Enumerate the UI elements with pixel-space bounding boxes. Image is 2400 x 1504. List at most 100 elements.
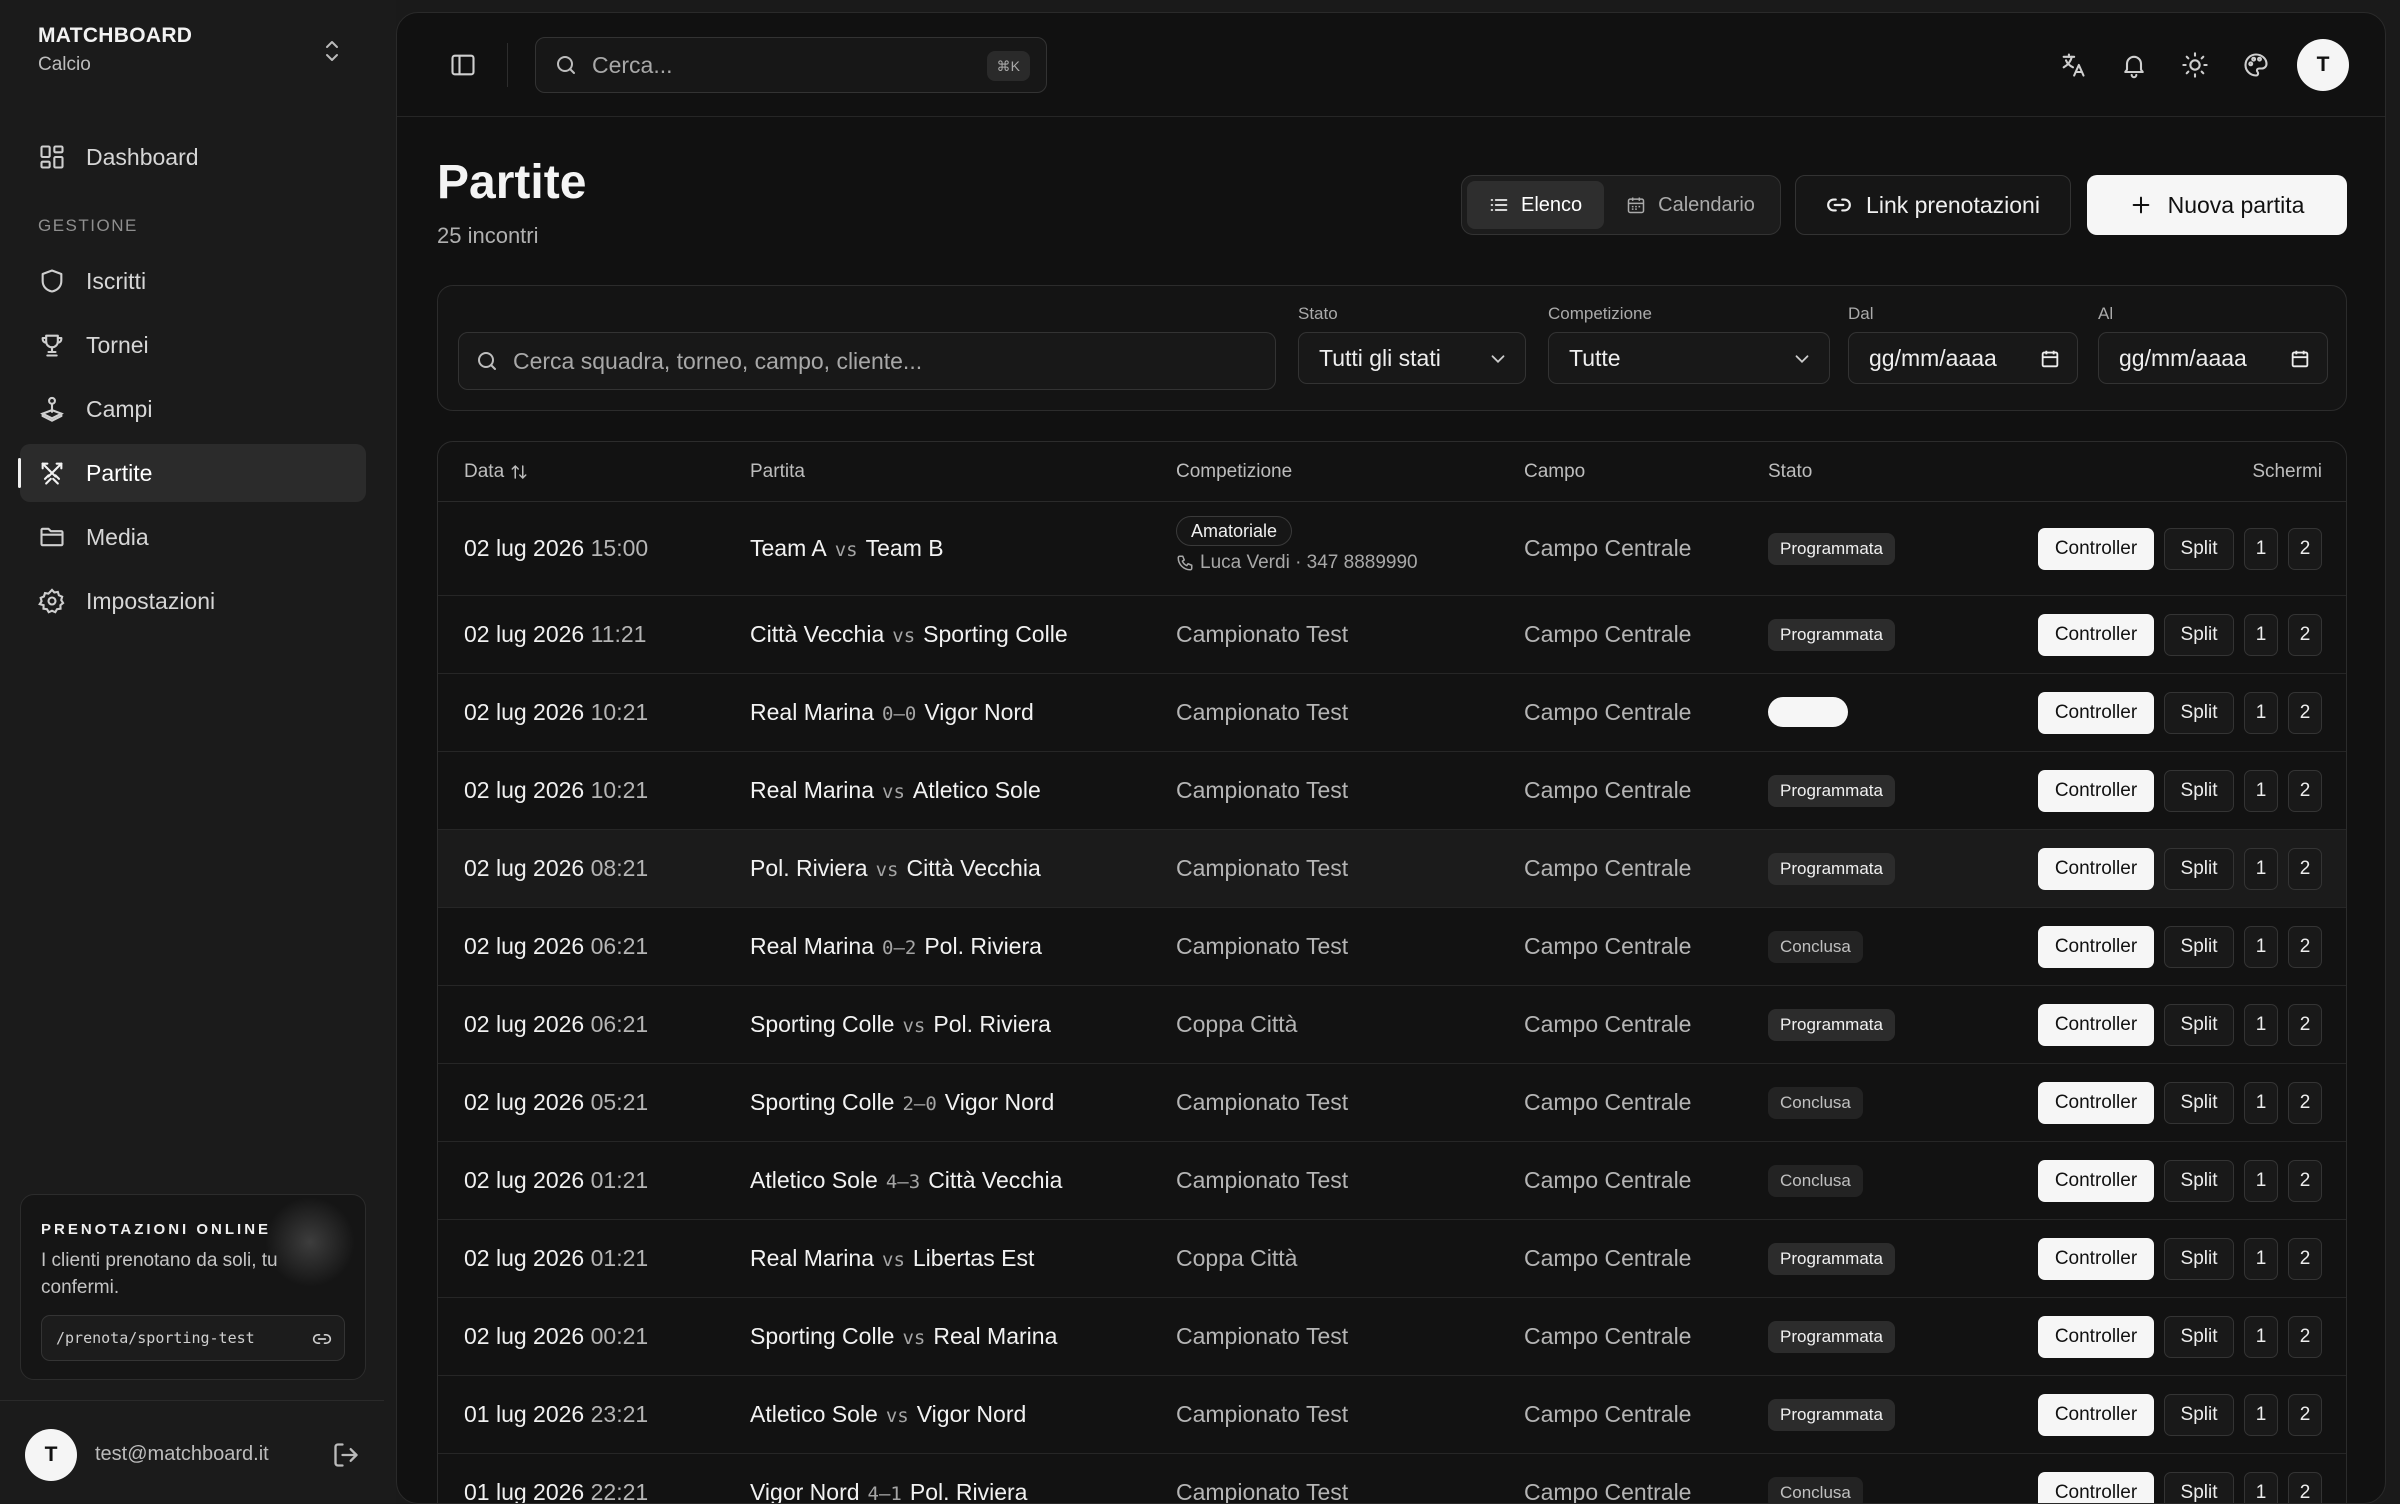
screen-1-button[interactable]: 1 [2244,1004,2278,1046]
new-match-button[interactable]: Nuova partita [2087,175,2347,235]
controller-button[interactable]: Controller [2038,770,2154,812]
screen-2-button[interactable]: 2 [2288,1082,2322,1124]
controller-button[interactable]: Controller [2038,926,2154,968]
calendar-icon[interactable] [2039,348,2061,370]
view-calendar-button[interactable]: Calendario [1604,181,1777,229]
calendar-icon[interactable] [2289,348,2311,370]
state-select[interactable]: Tutti gli stati [1298,332,1526,384]
controller-button[interactable]: Controller [2038,1004,2154,1046]
split-button[interactable]: Split [2164,528,2234,570]
avatar[interactable]: T [25,1429,77,1481]
controller-button[interactable]: Controller [2038,1316,2154,1358]
link-icon[interactable] [312,1329,332,1349]
notifications-button[interactable] [2119,50,2149,80]
booking-link-field[interactable]: /prenota/sporting-test [41,1315,345,1361]
controller-button[interactable]: Controller [2038,614,2154,656]
screen-2-button[interactable]: 2 [2288,614,2322,656]
split-button[interactable]: Split [2164,926,2234,968]
search-input[interactable] [592,51,952,79]
controller-button[interactable]: Controller [2038,848,2154,890]
chevrons-up-down-icon[interactable] [320,36,344,66]
workspace-switcher[interactable]: MATCHBOARD Calcio [38,24,192,76]
split-button[interactable]: Split [2164,1082,2234,1124]
table-row[interactable]: 02 lug 2026 00:21 Sporting Colle vs Real M… [438,1298,2346,1376]
table-row[interactable]: 02 lug 2026 01:21 Atletico Sole 4–3 Città … [438,1142,2346,1220]
screen-2-button[interactable]: 2 [2288,1004,2322,1046]
split-button[interactable]: Split [2164,1238,2234,1280]
split-button[interactable]: Split [2164,1160,2234,1202]
controller-button[interactable]: Controller [2038,1394,2154,1436]
controller-button[interactable]: Controller [2038,1082,2154,1124]
screen-2-button[interactable]: 2 [2288,1238,2322,1280]
split-button[interactable]: Split [2164,1316,2234,1358]
split-button[interactable]: Split [2164,770,2234,812]
split-button[interactable]: Split [2164,614,2234,656]
avatar[interactable]: T [2297,39,2349,91]
screen-1-button[interactable]: 1 [2244,614,2278,656]
sidebar-item-campi[interactable]: Campi [20,380,366,438]
view-list-button[interactable]: Elenco [1467,181,1605,229]
filter-search[interactable] [458,332,1276,390]
table-row[interactable]: 02 lug 2026 05:21 Sporting Colle 2–0 Vigor… [438,1064,2346,1142]
global-search[interactable]: ⌘K [535,37,1047,93]
match-state: Conclusa [1768,1165,1863,1197]
sidebar-item-media[interactable]: Media [20,508,366,566]
screen-1-button[interactable]: 1 [2244,926,2278,968]
sidebar-item-partite[interactable]: Partite [18,444,366,502]
table-row[interactable]: 02 lug 2026 10:21 Real Marina 0–0 Vigor No… [438,674,2346,752]
table-row[interactable]: 02 lug 2026 06:21 Sporting Colle vs Pol. R… [438,986,2346,1064]
screen-2-button[interactable]: 2 [2288,1316,2322,1358]
to-date-input[interactable]: gg/mm/aaaa [2098,332,2328,384]
split-button[interactable]: Split [2164,848,2234,890]
table-row[interactable]: 02 lug 2026 10:21 Real Marina vs Atletico … [438,752,2346,830]
translate-button[interactable] [2058,50,2088,80]
logout-icon[interactable] [332,1441,360,1469]
sidebar-toggle-icon[interactable] [449,51,477,79]
split-button[interactable]: Split [2164,1004,2234,1046]
screen-1-button[interactable]: 1 [2244,1082,2278,1124]
screen-1-button[interactable]: 1 [2244,848,2278,890]
split-button[interactable]: Split [2164,1394,2234,1436]
controller-button[interactable]: Controller [2038,692,2154,734]
screen-2-button[interactable]: 2 [2288,926,2322,968]
split-button[interactable]: Split [2164,692,2234,734]
screen-1-button[interactable]: 1 [2244,1394,2278,1436]
filter-search-input[interactable] [513,347,1213,375]
controller-button[interactable]: Controller [2038,528,2154,570]
table-row[interactable]: 01 lug 2026 23:21 Atletico Sole vs Vigor N… [438,1376,2346,1454]
table-row[interactable]: 02 lug 2026 01:21 Real Marina vs Libertas … [438,1220,2346,1298]
screen-2-button[interactable]: 2 [2288,1160,2322,1202]
booking-link-button[interactable]: Link prenotazioni [1795,175,2071,235]
table-row[interactable]: 02 lug 2026 11:21 Città Vecchia vs Sportin… [438,596,2346,674]
competition-select[interactable]: Tutte [1548,332,1830,384]
screen-2-button[interactable]: 2 [2288,1472,2322,1503]
split-button[interactable]: Split [2164,1472,2234,1503]
screen-2-button[interactable]: 2 [2288,770,2322,812]
controller-button[interactable]: Controller [2038,1472,2154,1503]
controller-button[interactable]: Controller [2038,1238,2154,1280]
sidebar-item-tornei[interactable]: Tornei [20,316,366,374]
screen-1-button[interactable]: 1 [2244,1238,2278,1280]
screen-1-button[interactable]: 1 [2244,770,2278,812]
controller-button[interactable]: Controller [2038,1160,2154,1202]
column-date[interactable]: Data [464,461,528,483]
table-row[interactable]: 01 lug 2026 22:21 Vigor Nord 4–1 Pol. Rivi… [438,1454,2346,1503]
screen-2-button[interactable]: 2 [2288,1394,2322,1436]
theme-button[interactable] [2180,50,2210,80]
from-date-input[interactable]: gg/mm/aaaa [1848,332,2078,384]
palette-button[interactable] [2241,50,2271,80]
sidebar-item-iscritti[interactable]: Iscritti [20,252,366,310]
screen-1-button[interactable]: 1 [2244,1472,2278,1503]
screen-1-button[interactable]: 1 [2244,692,2278,734]
sidebar-item-dashboard[interactable]: Dashboard [20,128,366,186]
table-row[interactable]: 02 lug 2026 08:21 Pol. Riviera vs Città Ve… [438,830,2346,908]
screen-1-button[interactable]: 1 [2244,1316,2278,1358]
screen-2-button[interactable]: 2 [2288,848,2322,890]
screen-2-button[interactable]: 2 [2288,528,2322,570]
sidebar-item-impostazioni[interactable]: Impostazioni [20,572,366,630]
screen-2-button[interactable]: 2 [2288,692,2322,734]
table-row[interactable]: 02 lug 2026 15:00 Team A vs Team B Amatori… [438,502,2346,596]
screen-1-button[interactable]: 1 [2244,1160,2278,1202]
screen-1-button[interactable]: 1 [2244,528,2278,570]
table-row[interactable]: 02 lug 2026 06:21 Real Marina 0–2 Pol. Riv… [438,908,2346,986]
